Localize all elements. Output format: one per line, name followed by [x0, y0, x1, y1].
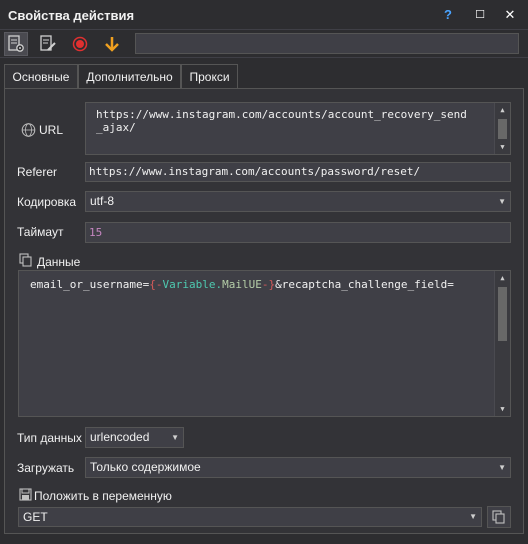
data-label: Данные [37, 255, 81, 269]
record-icon[interactable] [68, 32, 92, 56]
load-label: Загружать [17, 461, 75, 475]
toolbar-search-input[interactable] [135, 33, 519, 54]
timeout-value: 15 [89, 226, 103, 239]
edit-page-icon[interactable] [36, 32, 60, 56]
encoding-select[interactable]: utf-8 ▼ [85, 191, 511, 212]
toolbar [0, 30, 528, 58]
load-select[interactable]: Только содержимое ▼ [85, 457, 511, 478]
data-text: email_or_username={-Variable.MailUE-}&re… [30, 278, 454, 291]
url-field[interactable]: https://www.instagram.com/accounts/accou… [85, 102, 511, 155]
copy-icon [492, 510, 505, 524]
www-icon [19, 123, 38, 140]
scroll-up-icon[interactable]: ▲ [495, 271, 510, 285]
datatype-value: urlencoded [90, 430, 150, 444]
referer-label: Referer [17, 165, 58, 179]
scroll-down-icon[interactable]: ▼ [495, 140, 510, 154]
tab-proxy[interactable]: Прокси [181, 64, 238, 89]
url-label: URL [39, 123, 64, 137]
scroll-thumb[interactable] [498, 119, 507, 139]
title-bar: Свойства действия ? ☐ ✕ [0, 0, 528, 30]
url-scrollbar[interactable]: ▲ ▼ [494, 103, 510, 154]
tab-advanced[interactable]: Дополнительно [78, 64, 181, 89]
settings-page-icon[interactable] [4, 32, 28, 56]
encoding-value: utf-8 [90, 194, 115, 208]
load-value: Только содержимое [90, 460, 201, 474]
method-value: GET [23, 510, 48, 524]
scroll-down-icon[interactable]: ▼ [495, 402, 510, 416]
tab-basic[interactable]: Основные [4, 64, 78, 90]
download-arrow-icon[interactable] [100, 32, 124, 56]
chevron-down-icon[interactable]: ▼ [498, 192, 506, 211]
close-button[interactable]: ✕ [500, 5, 520, 25]
scroll-up-icon[interactable]: ▲ [495, 103, 510, 117]
save-to-variable-label: Положить в переменную [34, 489, 172, 503]
scroll-thumb[interactable] [498, 287, 507, 341]
timeout-label: Таймаут [17, 225, 64, 239]
referer-field[interactable]: https://www.instagram.com/accounts/passw… [85, 162, 511, 182]
copy-data-icon [19, 253, 33, 270]
maximize-button[interactable]: ☐ [470, 5, 490, 25]
datatype-select[interactable]: urlencoded ▼ [85, 427, 184, 448]
save-disk-icon [19, 488, 32, 504]
data-field[interactable]: email_or_username={-Variable.MailUE-}&re… [18, 270, 511, 417]
window-title: Свойства действия [8, 8, 135, 23]
chevron-down-icon[interactable]: ▼ [498, 458, 506, 477]
url-line-1: https://www.instagram.com/accounts/accou… [96, 108, 467, 121]
help-button[interactable]: ? [438, 5, 458, 25]
chevron-down-icon[interactable]: ▼ [171, 428, 179, 447]
basic-panel: URL https://www.instagram.com/accounts/a… [4, 88, 524, 534]
datatype-label: Тип данных [17, 431, 82, 445]
url-line-2: _ajax/ [96, 121, 136, 134]
method-select[interactable]: GET ▼ [18, 507, 482, 527]
timeout-field[interactable]: 15 [85, 222, 511, 243]
data-scrollbar[interactable]: ▲ ▼ [494, 271, 510, 416]
encoding-label: Кодировка [17, 195, 77, 209]
chevron-down-icon[interactable]: ▼ [469, 508, 477, 526]
copy-variable-button[interactable] [487, 506, 511, 528]
